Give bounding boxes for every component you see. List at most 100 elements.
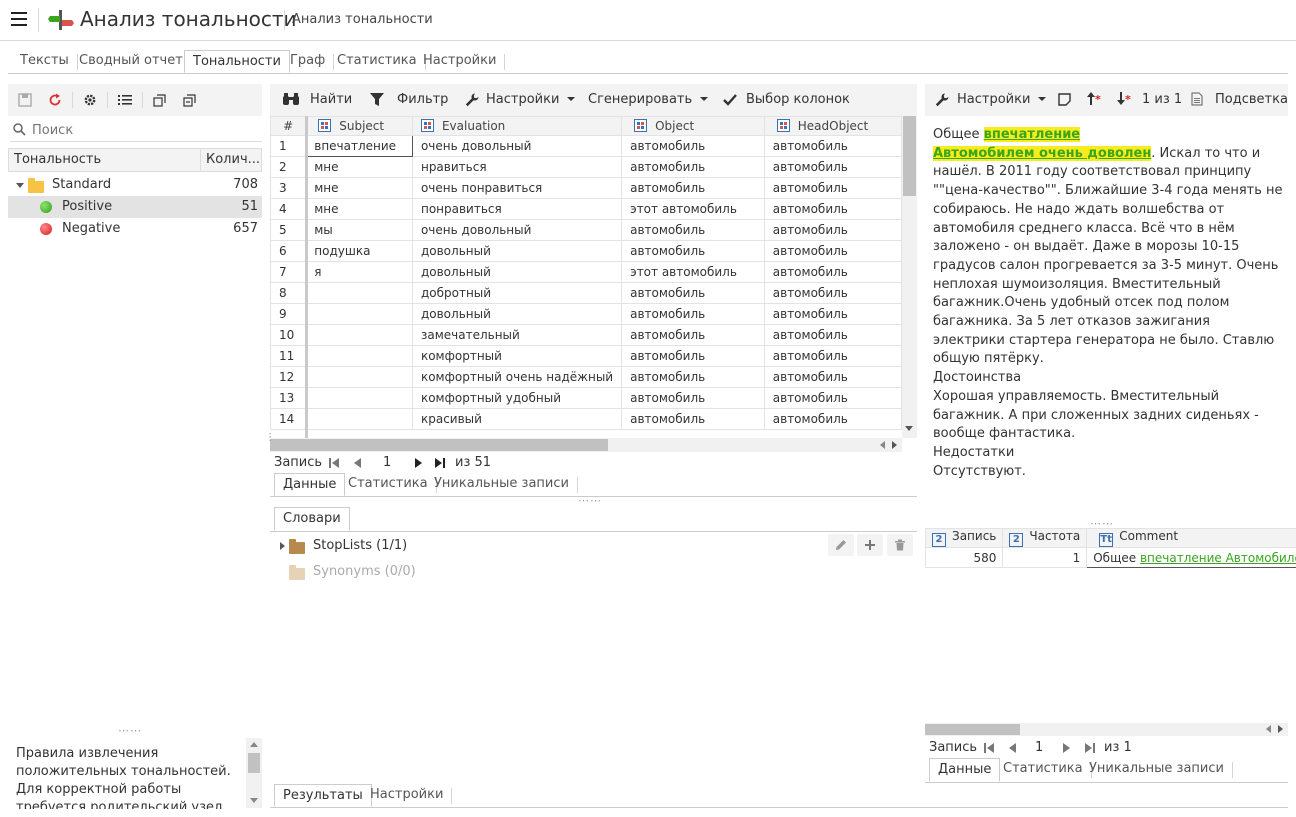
cell-object[interactable]: автомобиль xyxy=(621,345,765,367)
cell-subject[interactable]: впечатление xyxy=(305,135,413,157)
cell-subject[interactable] xyxy=(305,303,413,325)
cell-subject[interactable]: мне xyxy=(305,198,413,220)
table-row[interactable]: 9 довольный автомобиль автомобиль xyxy=(270,303,902,325)
pager-current-page[interactable]: 1 xyxy=(1035,740,1043,755)
previous-highlight-icon[interactable]: * xyxy=(1086,92,1102,110)
refresh-icon[interactable] xyxy=(46,91,64,109)
tree-node-negative[interactable]: Negative 657 xyxy=(8,218,262,240)
add-button[interactable] xyxy=(857,534,883,556)
cell-subject[interactable] xyxy=(305,324,413,346)
prev-page-icon[interactable] xyxy=(1007,742,1021,756)
subtab-data[interactable]: Данные xyxy=(274,473,346,496)
column-header-headobject[interactable]: HeadObject xyxy=(763,116,902,136)
cell-record[interactable]: 580 xyxy=(925,547,1004,568)
cell-subject[interactable] xyxy=(305,387,413,409)
grid-horizontal-scrollbar[interactable] xyxy=(270,438,902,452)
cell-comment[interactable]: Общее впечатление Автомобилем очень дово… xyxy=(1086,547,1296,568)
tree-node-positive[interactable]: Positive 51 xyxy=(8,196,262,218)
cell-index[interactable]: 9 xyxy=(270,303,307,325)
cell-subject[interactable] xyxy=(305,345,413,367)
highlighted-phrase[interactable]: впечатление xyxy=(983,127,1081,142)
column-header-frequency[interactable]: 2 Частота xyxy=(1002,528,1088,548)
cell-headobject[interactable]: автомобиль xyxy=(763,408,902,430)
cell-subject[interactable]: подушка xyxy=(305,240,413,262)
tab-statistics[interactable]: Статистика xyxy=(329,50,426,73)
tab-bottom-settings[interactable]: Настройки xyxy=(362,784,453,807)
table-row[interactable]: 11 комфортный автомобиль автомобиль xyxy=(270,345,902,367)
filter-button[interactable]: Фильтр xyxy=(397,92,448,107)
checkmark-icon[interactable] xyxy=(723,93,737,111)
subtab-statistics[interactable]: Статистика xyxy=(340,473,437,496)
cell-index[interactable]: 5 xyxy=(270,219,307,241)
table-row[interactable]: 1 впечатление очень довольный автомобиль авт… xyxy=(270,135,902,157)
subtab-data[interactable]: Данные xyxy=(929,758,1001,782)
cell-evaluation[interactable]: красивый xyxy=(411,408,623,430)
column-header-record[interactable]: 2 Запись xyxy=(925,528,1004,548)
splitter-handle[interactable]: ⋯⋯ xyxy=(118,724,142,737)
table-row[interactable]: 14 красивый автомобиль автомобиль xyxy=(270,408,902,430)
menu-icon[interactable] xyxy=(11,12,27,26)
cell-object[interactable]: автомобиль xyxy=(621,324,765,346)
prev-page-icon[interactable] xyxy=(352,457,366,471)
cell-object[interactable]: автомобиль xyxy=(621,387,765,409)
cell-object[interactable]: автомобиль xyxy=(621,219,765,241)
cell-object[interactable]: автомобиль xyxy=(621,156,765,178)
cell-evaluation[interactable]: очень довольный xyxy=(411,219,623,241)
cell-headobject[interactable]: автомобиль xyxy=(763,240,902,262)
cell-evaluation[interactable]: замечательный xyxy=(411,324,623,346)
column-header-count[interactable]: Колич... xyxy=(206,152,260,167)
grid-vertical-scrollbar[interactable] xyxy=(902,116,917,438)
cell-object[interactable]: автомобиль xyxy=(621,135,765,157)
cell-object[interactable]: автомобиль xyxy=(621,177,765,199)
first-page-icon[interactable] xyxy=(328,457,342,471)
splitter-handle[interactable]: ⋯ xyxy=(264,432,275,443)
cell-headobject[interactable]: автомобиль xyxy=(763,261,902,283)
filter-icon[interactable] xyxy=(370,93,384,111)
cell-headobject[interactable]: автомобиль xyxy=(763,198,902,220)
cell-object[interactable]: автомобиль xyxy=(621,366,765,388)
cell-headobject[interactable]: автомобиль xyxy=(763,345,902,367)
cell-headobject[interactable]: автомобиль xyxy=(763,324,902,346)
tab-settings[interactable]: Настройки xyxy=(415,50,506,73)
cell-index[interactable]: 7 xyxy=(270,261,307,283)
cell-object[interactable]: автомобиль xyxy=(621,303,765,325)
splitter-handle[interactable]: ⋯⋯ xyxy=(578,494,602,507)
cell-index[interactable]: 1 xyxy=(270,135,307,157)
cell-evaluation[interactable]: комфортный удобный xyxy=(411,387,623,409)
tab-results[interactable]: Результаты xyxy=(274,784,372,807)
column-chooser-button[interactable]: Выбор колонок xyxy=(746,92,850,107)
gear-icon[interactable] xyxy=(81,91,99,109)
table-row[interactable]: 5 мы очень довольный автомобиль автомобиль xyxy=(270,219,902,241)
tab-graph[interactable]: Граф xyxy=(282,50,335,73)
cell-index[interactable]: 6 xyxy=(270,240,307,262)
subtab-unique-records[interactable]: Уникальные записи xyxy=(426,473,578,496)
tab-texts[interactable]: Тексты xyxy=(12,50,78,73)
table-row[interactable]: 2 мне нравиться автомобиль автомобиль xyxy=(270,156,902,178)
chevron-down-icon[interactable] xyxy=(16,183,24,188)
column-header-sentiment[interactable]: Тональность xyxy=(14,152,101,167)
cell-frequency[interactable]: 1 xyxy=(1002,547,1088,568)
cell-evaluation[interactable]: довольный xyxy=(411,261,623,283)
last-page-icon[interactable] xyxy=(434,457,448,471)
cell-index[interactable]: 13 xyxy=(270,387,307,409)
wrench-icon[interactable] xyxy=(935,93,949,111)
table-row[interactable]: 7 я довольный этот автомобиль автомобиль xyxy=(270,261,902,283)
table-row[interactable]: 6 подушка довольный автомобиль автомобиль xyxy=(270,240,902,262)
list-icon[interactable] xyxy=(116,91,134,109)
cell-object[interactable]: этот автомобиль xyxy=(621,198,765,220)
subtab-unique-records[interactable]: Уникальные записи xyxy=(1081,758,1233,782)
cell-evaluation[interactable]: нравиться xyxy=(411,156,623,178)
expand-all-icon[interactable] xyxy=(151,91,169,109)
column-header-subject[interactable]: Subject xyxy=(305,116,413,136)
cell-index[interactable]: 14 xyxy=(270,408,307,430)
settings-dropdown[interactable]: Настройки xyxy=(486,92,576,107)
collapse-all-icon[interactable] xyxy=(181,91,199,109)
cell-index[interactable]: 10 xyxy=(270,324,307,346)
highlight-button[interactable]: Подсветка xyxy=(1215,92,1288,107)
pager-current-page[interactable]: 1 xyxy=(383,455,391,470)
cell-headobject[interactable]: автомобиль xyxy=(763,156,902,178)
delete-button[interactable] xyxy=(887,534,913,556)
cell-headobject[interactable]: автомобиль xyxy=(763,387,902,409)
records-horizontal-scrollbar[interactable] xyxy=(925,723,1288,736)
cell-evaluation[interactable]: довольный xyxy=(411,240,623,262)
